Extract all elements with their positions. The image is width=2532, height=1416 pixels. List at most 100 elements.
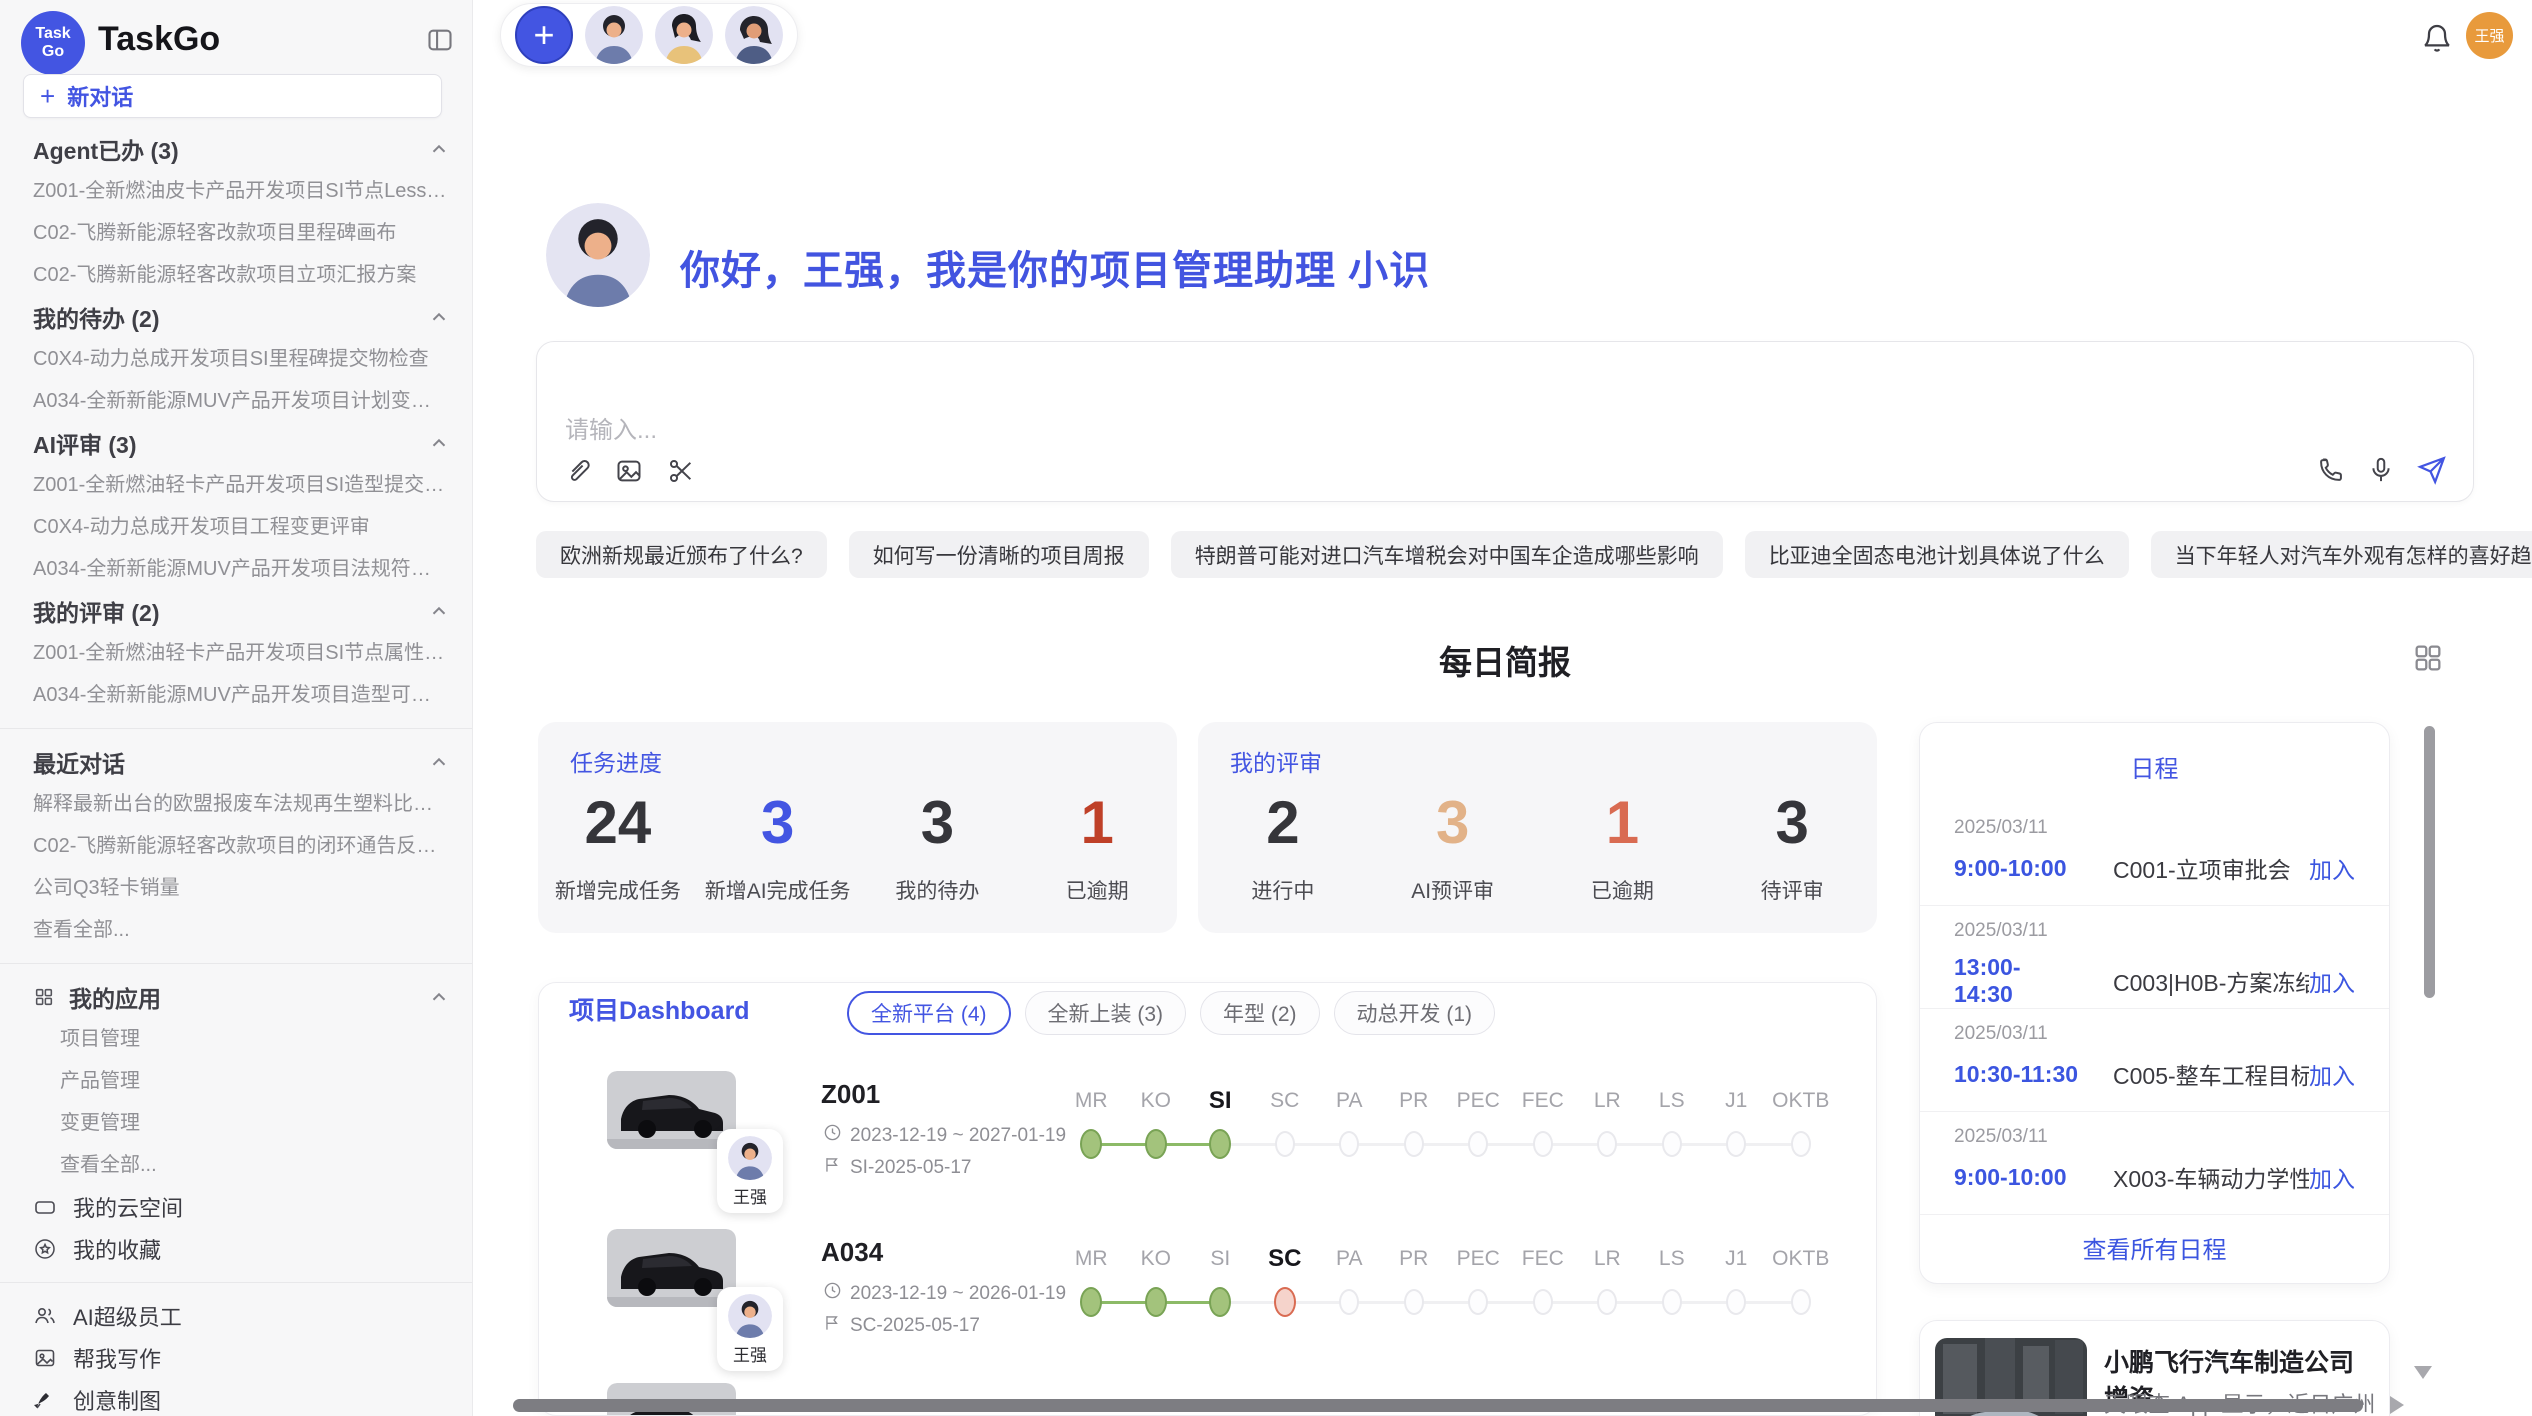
sidebar-item[interactable]: C02-飞腾新能源轻客改款项目立项汇报方案 (0, 254, 472, 296)
milestone-node[interactable] (1662, 1289, 1682, 1315)
sidebar-item[interactable]: C02-飞腾新能源轻客改款项目里程碑画布 (0, 212, 472, 254)
milestone-node[interactable] (1791, 1131, 1811, 1157)
send-icon[interactable] (2417, 455, 2447, 485)
sidebar-section-header[interactable]: 我的评审 (2) (0, 590, 472, 632)
milestone-node[interactable] (1209, 1129, 1231, 1159)
filter-pill[interactable]: 年型 (2) (1200, 991, 1320, 1035)
sidebar-item[interactable]: Z001-全新燃油皮卡产品开发项目SI节点Lesson Learn报告 (0, 170, 472, 212)
sidebar-link[interactable]: 创意制图 (0, 1379, 472, 1416)
schedule-event[interactable]: 2025/03/119:00-10:00X003-车辆动力学性能验...加入 (1920, 1112, 2389, 1214)
chevron-up-icon[interactable] (428, 986, 450, 1008)
schedule-event[interactable]: 2025/03/1110:30-11:30C005-整车工程目标评审加入 (1920, 1009, 2389, 1111)
sidebar-item[interactable]: A034-全新新能源MUV产品开发项目计划变更表编写 (0, 380, 472, 422)
attachment-icon[interactable] (563, 457, 591, 485)
sidebar-section-header[interactable]: AI评审 (3) (0, 422, 472, 464)
milestone-node[interactable] (1404, 1289, 1424, 1315)
milestone-node[interactable] (1468, 1131, 1488, 1157)
sidebar-item[interactable]: 查看全部... (0, 909, 472, 951)
milestone-node[interactable] (1468, 1289, 1488, 1315)
add-agent-button[interactable]: + (515, 6, 573, 64)
image-upload-icon[interactable] (615, 457, 643, 485)
milestone-node[interactable] (1662, 1131, 1682, 1157)
notifications-bell-icon[interactable] (2421, 22, 2453, 59)
agent-avatar-1[interactable] (585, 6, 643, 64)
milestone-node[interactable] (1726, 1131, 1746, 1157)
milestone-node[interactable] (1404, 1131, 1424, 1157)
sidebar-item[interactable]: C0X4-动力总成开发项目工程变更评审 (0, 506, 472, 548)
sidebar-section-header[interactable]: Agent已办 (3) (0, 128, 472, 170)
user-avatar[interactable]: 王强 (2466, 12, 2513, 59)
suggestion-chip[interactable]: 当下年轻人对汽车外观有怎样的喜好趋势 (2151, 531, 2532, 578)
milestone-node[interactable] (1597, 1131, 1617, 1157)
filter-pill[interactable]: 全新平台 (4) (847, 991, 1011, 1035)
milestone-node[interactable] (1209, 1287, 1231, 1317)
chevron-up-icon[interactable] (428, 432, 450, 454)
chat-input-box[interactable]: 请输入... (536, 341, 2474, 502)
sidebar-link[interactable]: AI超级员工 (0, 1295, 472, 1337)
scroll-down-arrow[interactable] (2414, 1366, 2432, 1379)
join-link[interactable]: 加入 (2309, 851, 2355, 885)
scroll-right-arrow[interactable] (2390, 1396, 2404, 1414)
schedule-event[interactable]: 2025/03/1113:00-14:30C003|H0B-方案冻结评审加入 (1920, 906, 2389, 1008)
sidebar-item[interactable]: 项目管理 (0, 1018, 472, 1060)
sidebar-item[interactable]: A034-全新新能源MUV产品开发项目造型可行性评审 (0, 674, 472, 716)
scissors-icon[interactable] (667, 457, 695, 485)
join-link[interactable]: 加入 (2309, 1057, 2355, 1091)
chevron-up-icon[interactable] (428, 306, 450, 328)
project-row[interactable]: 王强A0342023-12-19 ~ 2026-01-19SC-2025-05-… (539, 1225, 1876, 1375)
sidebar-link[interactable]: 我的云空间 (0, 1186, 472, 1228)
suggestion-chip[interactable]: 欧洲新规最近颁布了什么? (536, 531, 827, 578)
sidebar-item[interactable]: C02-飞腾新能源轻客改款项目的闭环通告反馈情况 (0, 825, 472, 867)
stat-card-title: 我的评审 (1230, 744, 1322, 778)
milestone-node[interactable] (1275, 1131, 1295, 1157)
milestone-node[interactable] (1726, 1289, 1746, 1315)
sidebar-item[interactable]: 变更管理 (0, 1102, 472, 1144)
sidebar-item[interactable]: C0X4-动力总成开发项目SI里程碑提交物检查 (0, 338, 472, 380)
milestone-node[interactable] (1533, 1289, 1553, 1315)
milestone-node[interactable] (1791, 1289, 1811, 1315)
filter-pill[interactable]: 全新上装 (3) (1025, 991, 1187, 1035)
suggestion-chip[interactable]: 如何写一份清晰的项目周报 (849, 531, 1149, 578)
view-all-schedule-link[interactable]: 查看所有日程 (1920, 1230, 2389, 1265)
suggestion-chip[interactable]: 特朗普可能对进口汽车增税会对中国车企造成哪些影响 (1171, 531, 1723, 578)
sidebar-item[interactable]: 公司Q3轻卡销量 (0, 867, 472, 909)
horizontal-scrollbar[interactable] (513, 1399, 2363, 1412)
sidebar-section-header[interactable]: 我的待办 (2) (0, 296, 472, 338)
milestone-node[interactable] (1145, 1287, 1167, 1317)
vertical-scrollbar[interactable] (2424, 726, 2435, 998)
milestone-node[interactable] (1080, 1129, 1102, 1159)
sidebar-link[interactable]: 我的收藏 (0, 1228, 472, 1270)
sidebar-item[interactable]: Z001-全新燃油轻卡产品开发项目SI造型提交物评审 (0, 464, 472, 506)
join-link[interactable]: 加入 (2309, 1160, 2355, 1194)
chevron-up-icon[interactable] (428, 600, 450, 622)
filter-pill[interactable]: 动总开发 (1) (1334, 991, 1496, 1035)
new-chat-button[interactable]: + 新对话 (23, 74, 442, 118)
microphone-icon[interactable] (2367, 456, 2395, 484)
sidebar-link[interactable]: 帮我写作 (0, 1337, 472, 1379)
milestone-node[interactable] (1080, 1287, 1102, 1317)
sidebar-collapse-icon[interactable] (426, 26, 454, 59)
join-link[interactable]: 加入 (2309, 964, 2355, 998)
sidebar-item[interactable]: 查看全部... (0, 1144, 472, 1186)
sidebar-item[interactable]: Z001-全新燃油轻卡产品开发项目SI节点属性5D文件评审 (0, 632, 472, 674)
agent-avatar-2[interactable] (655, 6, 713, 64)
milestone-node[interactable] (1339, 1289, 1359, 1315)
project-row[interactable]: 王强Z0012023-12-19 ~ 2027-01-19SI-2025-05-… (539, 1067, 1876, 1217)
sidebar-item[interactable]: A034-全新新能源MUV产品开发项目法规符合性评审 (0, 548, 472, 590)
milestone-node[interactable] (1339, 1131, 1359, 1157)
chevron-up-icon[interactable] (428, 751, 450, 773)
milestone-node[interactable] (1274, 1287, 1296, 1317)
milestone-node[interactable] (1533, 1131, 1553, 1157)
sidebar-item[interactable]: 产品管理 (0, 1060, 472, 1102)
phone-icon[interactable] (2317, 456, 2345, 484)
sidebar-section-header[interactable]: 最近对话 (0, 741, 472, 783)
agent-avatar-3[interactable] (725, 6, 783, 64)
chevron-up-icon[interactable] (428, 138, 450, 160)
sidebar-item[interactable]: 解释最新出台的欧盟报废车法规再生塑料比例被调至15%... (0, 783, 472, 825)
schedule-event[interactable]: 2025/03/119:00-10:00C001-立项审批会加入 (1920, 803, 2389, 905)
sidebar-section-header[interactable]: 我的应用 (0, 976, 472, 1018)
layout-grid-icon[interactable] (2412, 642, 2444, 679)
suggestion-chip[interactable]: 比亚迪全固态电池计划具体说了什么 (1745, 531, 2129, 578)
milestone-node[interactable] (1597, 1289, 1617, 1315)
milestone-node[interactable] (1145, 1129, 1167, 1159)
